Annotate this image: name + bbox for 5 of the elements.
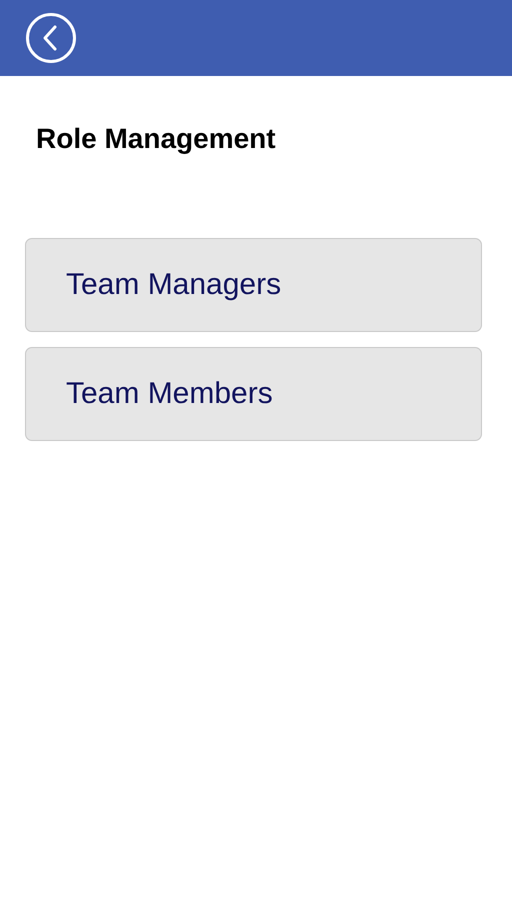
page-title: Role Management [36,125,277,153]
back-button[interactable] [25,12,77,64]
role-button[interactable]: Team Members [25,347,482,441]
role-button[interactable]: Team Managers [25,238,482,332]
back-icon [25,12,77,64]
